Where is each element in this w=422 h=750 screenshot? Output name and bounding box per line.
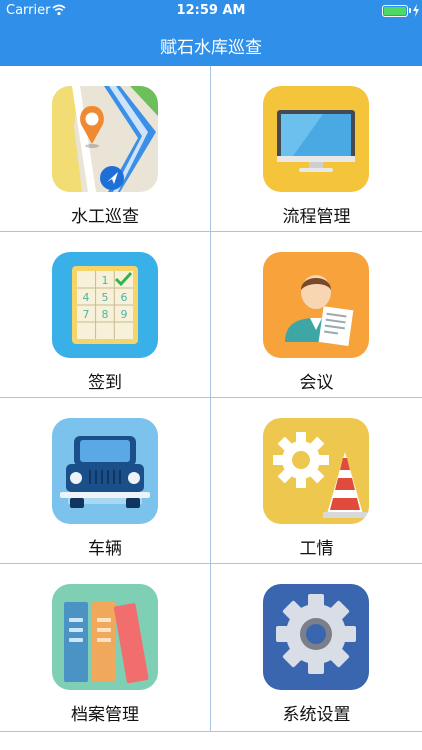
menu-item-hydraulic-inspection[interactable]: 水工巡查	[0, 66, 211, 232]
menu-item-label: 签到	[88, 373, 122, 393]
status-time: 12:59 AM	[176, 3, 246, 18]
menu-item-label: 工情	[299, 539, 334, 559]
map-pin-icon	[52, 86, 158, 192]
menu-item-label: 档案管理	[71, 705, 139, 725]
menu-item-label: 流程管理	[282, 207, 351, 227]
menu-item-label: 车辆	[88, 539, 122, 559]
svg-text:9: 9	[121, 308, 128, 321]
svg-text:8: 8	[102, 308, 109, 321]
menu-grid: 水工巡查 流程管理 1 4 5 6 7 8 9 签到 会议 车辆 工情 档案管理…	[0, 66, 422, 732]
menu-item-label: 系统设置	[282, 705, 351, 725]
menu-item-process-management[interactable]: 流程管理	[211, 66, 422, 232]
svg-text:6: 6	[121, 291, 128, 304]
svg-text:1: 1	[102, 274, 109, 287]
status-bar: Carrier 12:59 AM	[0, 0, 422, 22]
person-document-icon	[263, 252, 369, 358]
menu-item-work-status[interactable]: 工情	[211, 398, 422, 564]
menu-item-archive-management[interactable]: 档案管理	[0, 564, 211, 732]
menu-item-label: 会议	[299, 373, 334, 393]
menu-item-vehicles[interactable]: 车辆	[0, 398, 211, 564]
checkin-grid-icon: 1 456 789	[52, 252, 158, 358]
svg-text:4: 4	[83, 291, 90, 304]
menu-item-label: 水工巡查	[71, 207, 139, 227]
binders-icon	[52, 584, 158, 690]
menu-item-system-settings[interactable]: 系统设置	[211, 564, 422, 732]
bottom-strip	[0, 732, 422, 750]
svg-text:5: 5	[102, 291, 109, 304]
battery-tip	[409, 8, 411, 13]
svg-text:7: 7	[83, 308, 90, 321]
menu-item-meeting[interactable]: 会议	[211, 232, 422, 398]
gear-cone-icon	[263, 418, 369, 524]
charging-icon	[413, 4, 419, 17]
monitor-icon	[263, 86, 369, 192]
header: Carrier 12:59 AM 赋石水库巡查	[0, 0, 422, 66]
car-icon	[52, 418, 158, 524]
page-title: 赋石水库巡查	[160, 38, 262, 58]
settings-gear-icon	[263, 584, 369, 690]
app-screen: Carrier 12:59 AM 赋石水库巡查 水工巡查 流程管理 1 4 5 …	[0, 0, 422, 750]
menu-item-check-in[interactable]: 1 456 789 签到	[0, 232, 211, 398]
battery-icon	[382, 5, 408, 17]
